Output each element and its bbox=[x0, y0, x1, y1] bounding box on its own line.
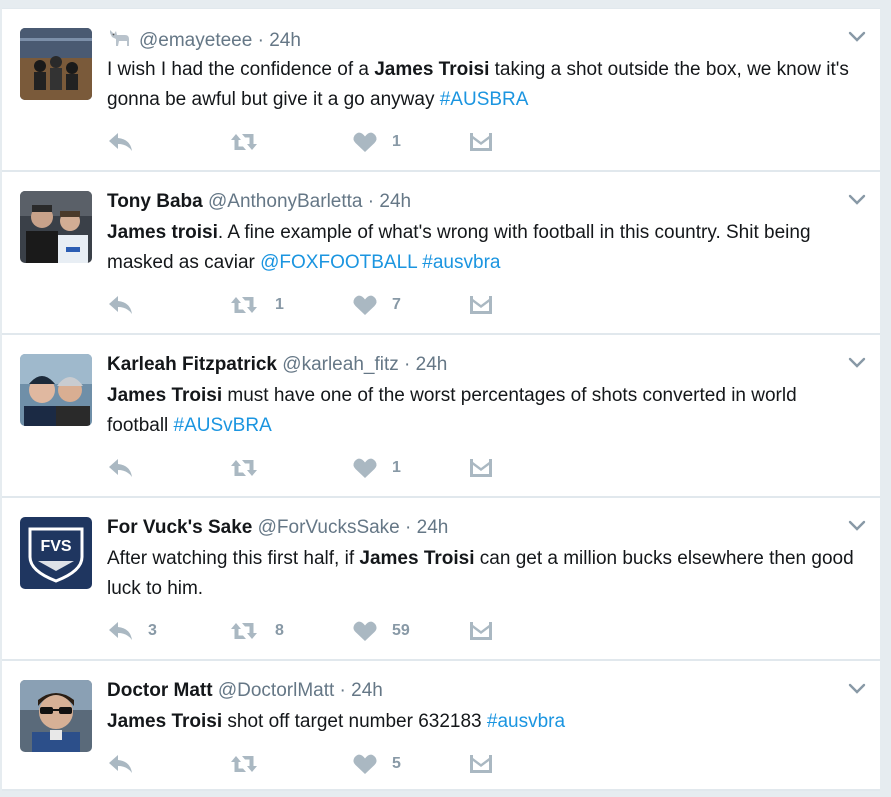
tweet-username[interactable]: @karleah_fitz bbox=[282, 354, 398, 375]
chevron-down-icon[interactable] bbox=[848, 357, 866, 369]
tweet-timestamp[interactable]: 24h bbox=[351, 680, 383, 701]
avatar[interactable] bbox=[20, 28, 92, 100]
tweet[interactable]: FVS For Vuck's Sake @ForVucksSake · 24h … bbox=[2, 498, 880, 661]
heart-icon bbox=[353, 295, 377, 315]
like-count: 1 bbox=[392, 133, 401, 150]
tweet-fullname[interactable]: Karleah Fitzpatrick bbox=[107, 354, 277, 375]
envelope-icon bbox=[470, 622, 492, 640]
tweet-timestamp[interactable]: 24h bbox=[269, 30, 301, 51]
goat-icon bbox=[107, 26, 133, 48]
reply-count: 3 bbox=[148, 622, 157, 639]
retweet-icon bbox=[231, 297, 257, 313]
retweet-icon bbox=[231, 756, 257, 772]
separator-dot: · bbox=[404, 354, 411, 375]
heart-icon bbox=[353, 458, 377, 478]
tweet-text-bold: James Troisi bbox=[107, 385, 223, 406]
tweet-actions: 1 bbox=[107, 456, 567, 480]
envelope-icon bbox=[470, 296, 492, 314]
tweet-text: James Troisi must have one of the worst … bbox=[107, 381, 857, 441]
retweet-icon bbox=[231, 623, 257, 639]
reply-icon bbox=[109, 133, 132, 151]
envelope-icon bbox=[470, 133, 492, 151]
tweet-actions: 1 7 bbox=[107, 293, 567, 317]
avatar-image bbox=[20, 191, 92, 263]
avatar[interactable] bbox=[20, 354, 92, 426]
retweet-count: 8 bbox=[275, 622, 284, 639]
hashtag-link[interactable]: #ausvbra bbox=[422, 252, 500, 273]
tweet-timeline: @emayeteee · 24h I wish I had the confid… bbox=[2, 8, 880, 791]
separator-dot: · bbox=[257, 30, 264, 51]
tweet-fullname[interactable]: For Vuck's Sake bbox=[107, 517, 252, 538]
tweet-text: I wish I had the confidence of a James T… bbox=[107, 55, 857, 115]
avatar-image bbox=[20, 28, 92, 100]
tweet-timestamp[interactable]: 24h bbox=[379, 191, 411, 212]
retweet-icon bbox=[231, 134, 257, 150]
tweet-username[interactable]: @DoctorlMatt bbox=[218, 680, 334, 701]
tweet-actions: 1 bbox=[107, 130, 567, 154]
chevron-down-icon[interactable] bbox=[848, 194, 866, 206]
tweet-text-segment: I wish I had the confidence of a bbox=[107, 59, 375, 80]
envelope-icon bbox=[470, 459, 492, 477]
tweet-header: Karleah Fitzpatrick @karleah_fitz · 24h bbox=[107, 352, 447, 378]
tweet-header: For Vuck's Sake @ForVucksSake · 24h bbox=[107, 515, 448, 541]
tweet-text: James troisi. A fine example of what's w… bbox=[107, 218, 857, 278]
like-count: 59 bbox=[392, 622, 410, 639]
tweet-text-segment: shot off target number 632183 bbox=[222, 711, 487, 732]
tweet[interactable]: @emayeteee · 24h I wish I had the confid… bbox=[2, 9, 880, 172]
hashtag-link[interactable]: #ausvbra bbox=[487, 711, 565, 732]
reply-icon bbox=[109, 296, 132, 314]
like-count: 5 bbox=[392, 755, 401, 772]
mention-link[interactable]: @FOXFOOTBALL bbox=[260, 252, 417, 273]
tweet[interactable]: Tony Baba @AnthonyBarletta · 24h James t… bbox=[2, 172, 880, 335]
tweet-text-bold: James Troisi bbox=[359, 548, 475, 569]
reply-icon bbox=[109, 622, 132, 640]
tweet-actions: 3 8 59 bbox=[107, 619, 567, 643]
avatar-image: FVS bbox=[20, 517, 92, 589]
avatar[interactable] bbox=[20, 680, 92, 752]
tweet-username[interactable]: @AnthonyBarletta bbox=[208, 191, 363, 212]
envelope-icon bbox=[470, 755, 492, 773]
tweet-text: James Troisi shot off target number 6321… bbox=[107, 707, 857, 737]
separator-dot: · bbox=[339, 680, 346, 701]
heart-icon bbox=[353, 754, 377, 774]
reply-icon bbox=[109, 459, 132, 477]
tweet-fullname[interactable]: Tony Baba bbox=[107, 191, 203, 212]
tweet-header: @emayeteee · 24h bbox=[107, 26, 301, 54]
avatar[interactable] bbox=[20, 191, 92, 263]
tweet[interactable]: Karleah Fitzpatrick @karleah_fitz · 24h … bbox=[2, 335, 880, 498]
reply-icon bbox=[109, 755, 132, 773]
tweet-timestamp[interactable]: 24h bbox=[417, 517, 449, 538]
tweet-actions: 5 bbox=[107, 752, 567, 776]
separator-dot: · bbox=[367, 191, 375, 212]
hashtag-link[interactable]: #AUSBRA bbox=[440, 89, 529, 110]
chevron-down-icon[interactable] bbox=[848, 683, 866, 695]
tweet-header: Tony Baba @AnthonyBarletta · 24h bbox=[107, 189, 411, 215]
avatar-image bbox=[20, 354, 92, 426]
tweet-text-bold: James Troisi bbox=[374, 59, 490, 80]
fvs-logo-text: FVS bbox=[40, 538, 71, 555]
chevron-down-icon[interactable] bbox=[848, 31, 866, 43]
avatar-image bbox=[20, 680, 92, 752]
tweet-timestamp[interactable]: 24h bbox=[416, 354, 448, 375]
tweet-text-bold: James troisi bbox=[107, 222, 218, 243]
chevron-down-icon[interactable] bbox=[848, 520, 866, 532]
hashtag-link[interactable]: #AUSvBRA bbox=[174, 415, 272, 436]
retweet-icon bbox=[231, 460, 257, 476]
tweet[interactable]: Doctor Matt @DoctorlMatt · 24h James Tro… bbox=[2, 661, 880, 791]
like-count: 7 bbox=[392, 296, 401, 313]
tweet-text: After watching this first half, if James… bbox=[107, 544, 857, 604]
tweet-username[interactable]: @emayeteee bbox=[139, 30, 252, 51]
tweet-username[interactable]: @ForVucksSake bbox=[258, 517, 400, 538]
avatar[interactable]: FVS bbox=[20, 517, 92, 589]
tweet-text-bold: James Troisi bbox=[107, 711, 223, 732]
tweet-text-segment: After watching this first half, if bbox=[107, 548, 360, 569]
tweet-fullname[interactable]: Doctor Matt bbox=[107, 680, 213, 701]
retweet-count: 1 bbox=[275, 296, 284, 313]
heart-icon bbox=[353, 132, 377, 152]
like-count: 1 bbox=[392, 459, 401, 476]
separator-dot: · bbox=[405, 517, 412, 538]
tweet-header: Doctor Matt @DoctorlMatt · 24h bbox=[107, 678, 383, 704]
heart-icon bbox=[353, 621, 377, 641]
